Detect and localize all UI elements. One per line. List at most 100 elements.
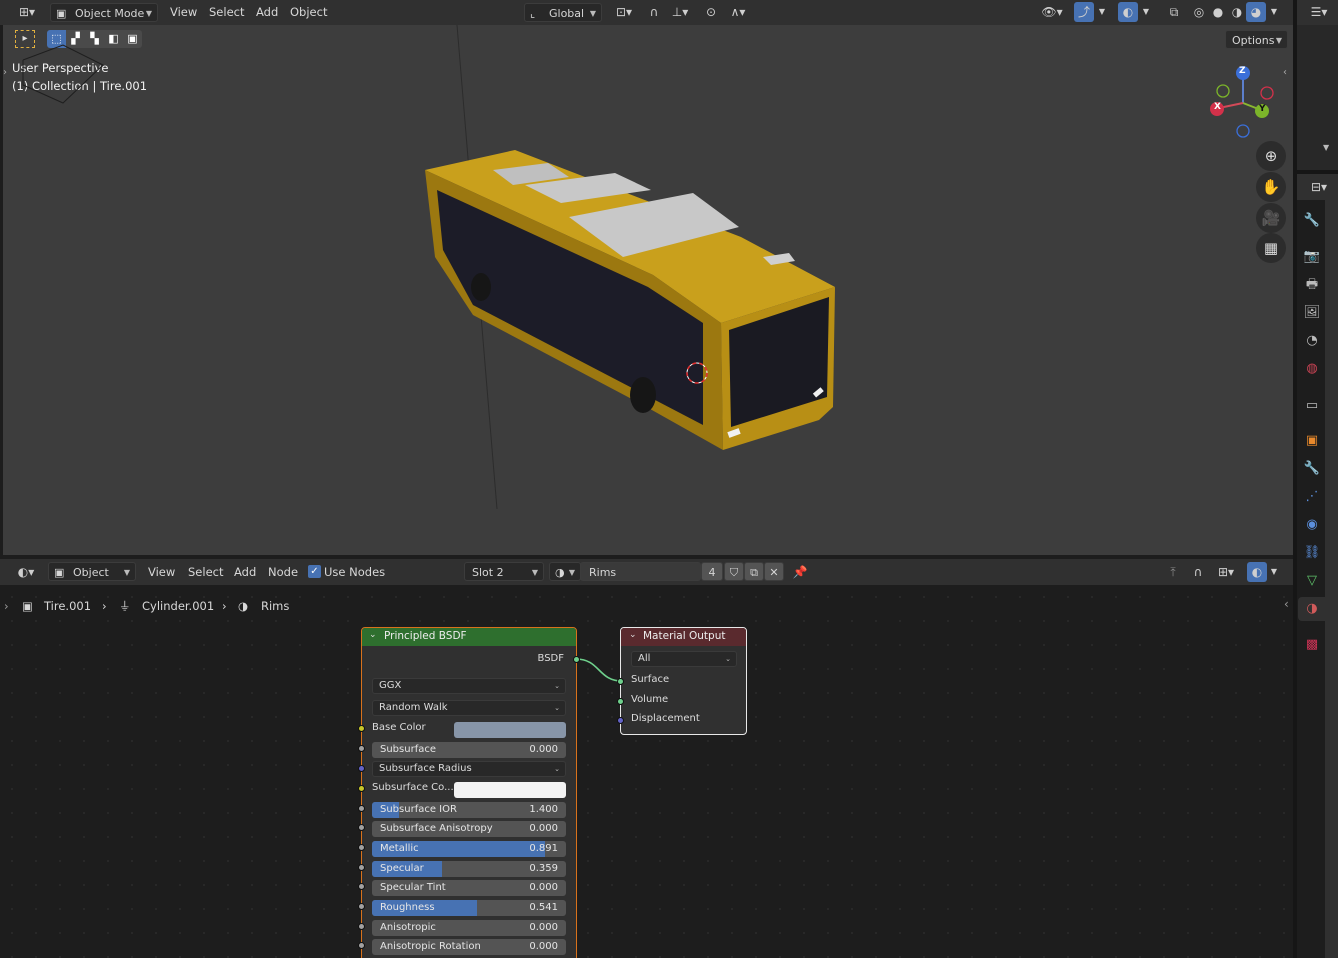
- volume-input-socket[interactable]: [617, 698, 624, 705]
- node-mode-dropdown[interactable]: ▣ Object ▼: [48, 562, 136, 581]
- node-menu-node[interactable]: Node: [268, 560, 298, 584]
- subsurface-radius-socket[interactable]: [358, 765, 365, 772]
- axis-y-label[interactable]: Y: [1259, 104, 1266, 114]
- pivot-point-icon[interactable]: ⊡▾: [610, 2, 638, 22]
- transform-orientation-dropdown[interactable]: ⌞ Global ▼: [524, 3, 602, 22]
- material-browse-button[interactable]: ◑ ▼: [549, 562, 581, 581]
- node-overlay-icon[interactable]: ◐: [1247, 562, 1267, 582]
- object-tab-icon[interactable]: ▣: [1303, 432, 1321, 450]
- subsurface-method-dropdown[interactable]: Random Walk ⌄: [372, 700, 566, 716]
- menu-select[interactable]: Select: [209, 0, 244, 24]
- node-editor-type-icon[interactable]: ◐▾: [10, 562, 42, 582]
- node-menu-add[interactable]: Add: [234, 560, 256, 584]
- anisotropic-field[interactable]: Anisotropic 0.000: [372, 920, 566, 936]
- outliner-area[interactable]: ▼: [1297, 25, 1338, 170]
- new-material-icon[interactable]: ⧉: [744, 562, 764, 581]
- user-count[interactable]: 4: [701, 562, 723, 581]
- node-menu-select[interactable]: Select: [188, 560, 223, 584]
- subsurface-field[interactable]: Subsurface 0.000: [372, 742, 566, 758]
- specular-socket[interactable]: [358, 864, 365, 871]
- node-header[interactable]: ⌄ Principled BSDF: [362, 628, 576, 646]
- snap-target-icon[interactable]: ⊥▾: [665, 2, 695, 22]
- roughness-socket[interactable]: [358, 903, 365, 910]
- data-tab-icon[interactable]: ▽: [1303, 572, 1321, 590]
- collection-tab-icon[interactable]: ▭: [1303, 397, 1321, 415]
- base-color-swatch[interactable]: [454, 722, 566, 738]
- view-layer-tab-icon[interactable]: 🖼: [1303, 304, 1321, 322]
- metallic-socket[interactable]: [358, 844, 365, 851]
- roughness-field[interactable]: Roughness 0.541: [372, 900, 566, 916]
- xray-icon[interactable]: ⧉: [1164, 2, 1184, 22]
- subsurface-anisotropy-socket[interactable]: [358, 824, 365, 831]
- node-menu-view[interactable]: View: [148, 560, 175, 584]
- ortho-grid-icon[interactable]: ▦: [1256, 233, 1286, 263]
- axis-z-label[interactable]: Z: [1239, 66, 1246, 76]
- bsdf-output-socket[interactable]: [573, 656, 580, 663]
- subsurface-anisotropy-field[interactable]: Subsurface Anisotropy 0.000: [372, 821, 566, 837]
- subsurface-ior-socket[interactable]: [358, 805, 365, 812]
- camera-view-icon[interactable]: 🎥: [1256, 203, 1286, 233]
- modifier-tab-icon[interactable]: 🔧: [1303, 460, 1321, 478]
- anisotropic-rotation-socket[interactable]: [358, 942, 365, 949]
- metallic-field[interactable]: Metallic 0.891: [372, 841, 566, 857]
- specular-tint-field[interactable]: Specular Tint 0.000: [372, 880, 566, 896]
- base-color-socket[interactable]: [358, 725, 365, 732]
- menu-object[interactable]: Object: [290, 0, 327, 24]
- principled-bsdf-node[interactable]: ⌄ Principled BSDF BSDF GGX ⌄ Random Walk…: [358, 627, 580, 958]
- material-output-node[interactable]: ⌄ Material Output All ⌄ Surface Volume D…: [617, 627, 747, 735]
- mode-dropdown[interactable]: ▣ Object Mode ▼: [50, 3, 158, 22]
- node-editor-canvas[interactable]: › ▣ Tire.001 › ⏚ Cylinder.001 › ◑ Rims ‹…: [0, 585, 1293, 958]
- toolbar-toggle-icon[interactable]: ›: [3, 67, 7, 78]
- surface-input-socket[interactable]: [617, 678, 624, 685]
- menu-add[interactable]: Add: [256, 0, 278, 24]
- wireframe-shading-icon[interactable]: ◎: [1189, 2, 1209, 22]
- texture-tab-icon[interactable]: ▩: [1303, 636, 1321, 654]
- physics-tab-icon[interactable]: ◉: [1303, 516, 1321, 534]
- fake-user-icon[interactable]: ⛉: [724, 562, 744, 581]
- chevron-down-icon[interactable]: ▼: [1268, 2, 1280, 22]
- overlay-toggle-icon[interactable]: ◐: [1118, 2, 1138, 22]
- collapse-chevron-icon[interactable]: ⌄: [629, 630, 637, 640]
- menu-view[interactable]: View: [170, 0, 197, 24]
- visibility-icon[interactable]: 👁▾: [1036, 2, 1068, 22]
- specular-tint-socket[interactable]: [358, 883, 365, 890]
- unlink-icon[interactable]: ✕: [764, 562, 784, 581]
- tool-tab-icon[interactable]: 🔧: [1303, 212, 1321, 230]
- slot-dropdown[interactable]: Slot 2 ▼: [464, 562, 544, 581]
- scroll-down-icon[interactable]: ▼: [1323, 143, 1329, 152]
- chevron-down-icon[interactable]: ▼: [1268, 562, 1280, 582]
- render-tab-icon[interactable]: 📷: [1303, 248, 1321, 266]
- collapse-chevron-icon[interactable]: ⌄: [369, 630, 377, 640]
- axis-x-label[interactable]: X: [1214, 102, 1221, 112]
- subsurface-ior-field[interactable]: Subsurface IOR 1.400: [372, 802, 566, 818]
- subsurface-socket[interactable]: [358, 745, 365, 752]
- subsurface-color-socket[interactable]: [358, 785, 365, 792]
- scene-tab-icon[interactable]: ◔: [1303, 332, 1321, 350]
- output-tab-icon[interactable]: 🖶: [1303, 276, 1321, 294]
- anisotropic-rotation-field[interactable]: Anisotropic Rotation 0.000: [372, 939, 566, 955]
- solid-shading-icon[interactable]: ●: [1208, 2, 1228, 22]
- outliner-type-icon[interactable]: ☰▾: [1301, 2, 1337, 22]
- subsurface-color-swatch[interactable]: [454, 782, 566, 798]
- node-snap-icon[interactable]: ∩: [1188, 562, 1208, 582]
- snap-element-icon[interactable]: ⊞▾: [1210, 562, 1242, 582]
- anisotropic-socket[interactable]: [358, 923, 365, 930]
- parent-node-tree-icon[interactable]: ⤒: [1163, 562, 1183, 582]
- material-name-field[interactable]: Rims: [580, 562, 701, 581]
- node-header[interactable]: ⌄ Material Output: [621, 628, 746, 646]
- rendered-shading-icon[interactable]: ◕: [1246, 2, 1266, 22]
- pin-icon[interactable]: 📌: [790, 562, 810, 582]
- sidebar-toggle-icon[interactable]: ‹: [1283, 67, 1287, 78]
- use-nodes-checkbox[interactable]: ✓: [308, 565, 321, 578]
- displacement-input-socket[interactable]: [617, 717, 624, 724]
- target-dropdown[interactable]: All ⌄: [631, 651, 737, 667]
- distribution-dropdown[interactable]: GGX ⌄: [372, 678, 566, 694]
- proportional-editing-icon[interactable]: ⊙: [702, 2, 720, 22]
- material-tab-icon[interactable]: ◑: [1303, 600, 1321, 618]
- zoom-icon[interactable]: ⊕: [1256, 141, 1286, 171]
- viewport-3d[interactable]: ▸ ⬚ ▞ ▚ ◧ ▣ Options ▼ User Perspective (…: [3, 25, 1293, 555]
- editor-type-icon[interactable]: ⊞▾: [12, 2, 42, 22]
- gizmo-toggle-icon[interactable]: ⤴: [1074, 2, 1094, 22]
- constraints-tab-icon[interactable]: ⛓: [1303, 544, 1321, 562]
- world-tab-icon[interactable]: ◍: [1303, 360, 1321, 378]
